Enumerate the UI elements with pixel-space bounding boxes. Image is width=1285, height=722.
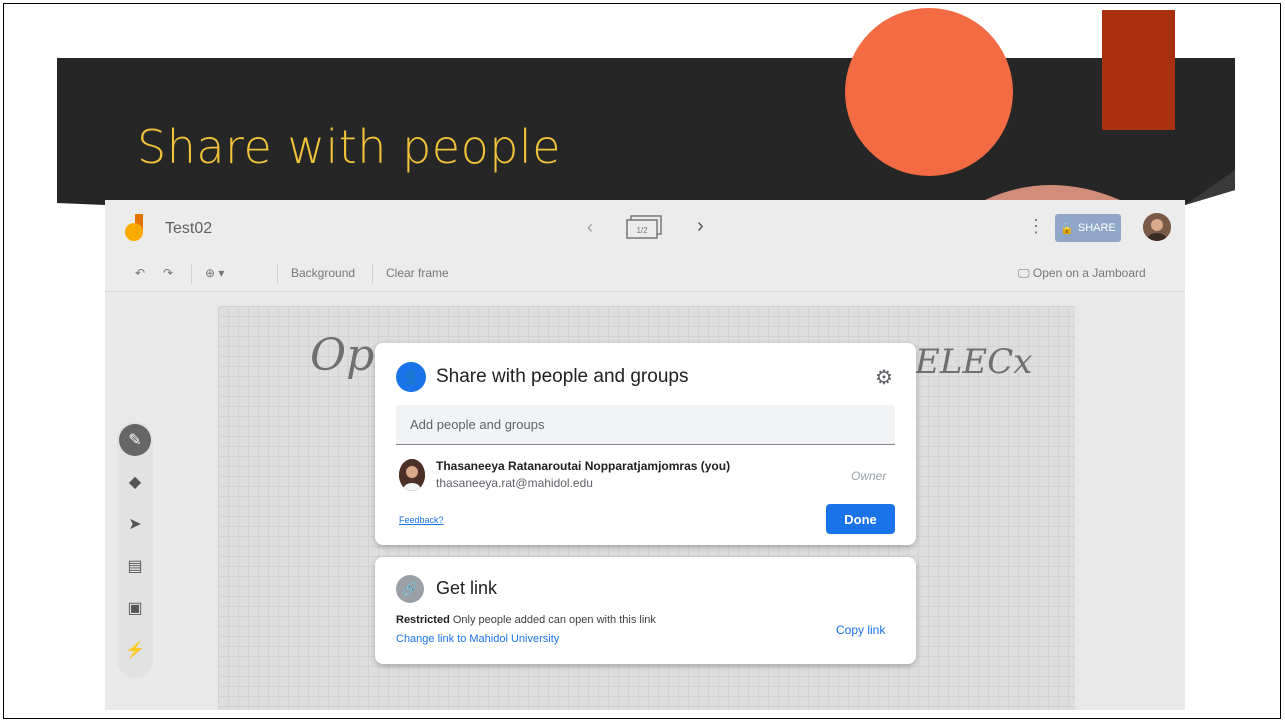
background-button[interactable]: Background xyxy=(291,266,355,280)
gear-icon[interactable]: ⚙ xyxy=(875,365,893,390)
previous-frame-button[interactable]: ‹ xyxy=(587,217,593,238)
monitor-icon: 🖵 xyxy=(1018,266,1030,280)
redo-icon[interactable]: ↷ xyxy=(163,266,173,280)
share-dialog: 👤 Share with people and groups ⚙ Add peo… xyxy=(375,343,916,545)
person-name: Thasaneeya Ratanaroutai Nopparatjamjomra… xyxy=(436,459,731,473)
share-button[interactable]: 🔒 SHARE xyxy=(1055,214,1121,242)
zoom-icon[interactable]: ⊕ ▾ xyxy=(205,266,224,280)
get-link-dialog: 🔗 Get link Restricted Only people added … xyxy=(375,557,916,664)
select-tool-icon[interactable]: ➤ xyxy=(117,510,153,538)
person-avatar-image xyxy=(399,459,425,491)
share-button-label: SHARE xyxy=(1077,222,1116,234)
frame-counter-button[interactable]: 1/2 xyxy=(625,214,665,242)
undo-icon[interactable]: ↶ xyxy=(135,266,145,280)
app-top-bar: Test02 ‹ 1/2 › ⋮ 🔒 SHARE xyxy=(105,200,1185,256)
account-avatar[interactable] xyxy=(1143,213,1171,241)
more-options-icon[interactable]: ⋮ xyxy=(1027,216,1045,237)
jamboard-logo-icon xyxy=(125,214,143,241)
copy-link-button[interactable]: Copy link xyxy=(836,623,885,637)
red-rectangle-shape xyxy=(1102,10,1175,130)
restricted-label: Restricted xyxy=(396,614,450,626)
open-on-jamboard-label: Open on a Jamboard xyxy=(1032,266,1146,280)
person-avatar xyxy=(399,459,425,491)
toolbar-divider xyxy=(191,264,192,284)
person-role: Owner xyxy=(851,469,887,483)
add-person-icon: 👤 xyxy=(396,362,426,392)
link-icon: 🔗 xyxy=(396,575,424,603)
frame-counter-label: 1/2 xyxy=(636,226,648,235)
share-dialog-title: Share with people and groups xyxy=(436,366,689,387)
open-on-jamboard-button[interactable]: 🖵 Open on a Jamboard xyxy=(1018,266,1146,281)
laser-tool-icon[interactable]: ⚡ xyxy=(117,636,153,664)
orange-circle-shape xyxy=(845,8,1013,176)
clear-frame-button[interactable]: Clear frame xyxy=(386,266,449,280)
presentation-slide: Share with people Test02 ‹ 1/2 › ⋮ 🔒 SHA… xyxy=(0,0,1285,722)
document-title[interactable]: Test02 xyxy=(165,220,212,238)
handwriting-right: ELECx xyxy=(915,342,1033,382)
done-button[interactable]: Done xyxy=(826,504,895,534)
get-link-title: Get link xyxy=(436,578,498,598)
toolbar-divider xyxy=(277,264,278,284)
avatar-image xyxy=(1143,213,1171,241)
image-tool-icon[interactable]: ▣ xyxy=(117,594,153,622)
feedback-link[interactable]: Feedback? xyxy=(399,515,444,525)
link-access-description: Restricted Only people added can open wi… xyxy=(396,614,656,626)
slide-title: Share with people xyxy=(137,120,562,174)
pen-tool-icon[interactable]: ✎ xyxy=(119,424,151,456)
eraser-tool-icon[interactable]: ◆ xyxy=(117,468,153,496)
tool-palette: ✎ ◆ ➤ ▤ ▣ ⚡ xyxy=(117,422,153,678)
toolbar-divider xyxy=(372,264,373,284)
lock-icon: 🔒 xyxy=(1060,222,1074,235)
person-email: thasaneeya.rat@mahidol.edu xyxy=(436,476,593,490)
sticky-note-icon[interactable]: ▤ xyxy=(117,552,153,580)
add-people-input[interactable]: Add people and groups xyxy=(396,405,895,445)
link-access-text: Only people added can open with this lin… xyxy=(452,614,656,626)
next-frame-button[interactable]: › xyxy=(697,215,704,238)
change-link-button[interactable]: Change link to Mahidol University xyxy=(396,633,559,645)
